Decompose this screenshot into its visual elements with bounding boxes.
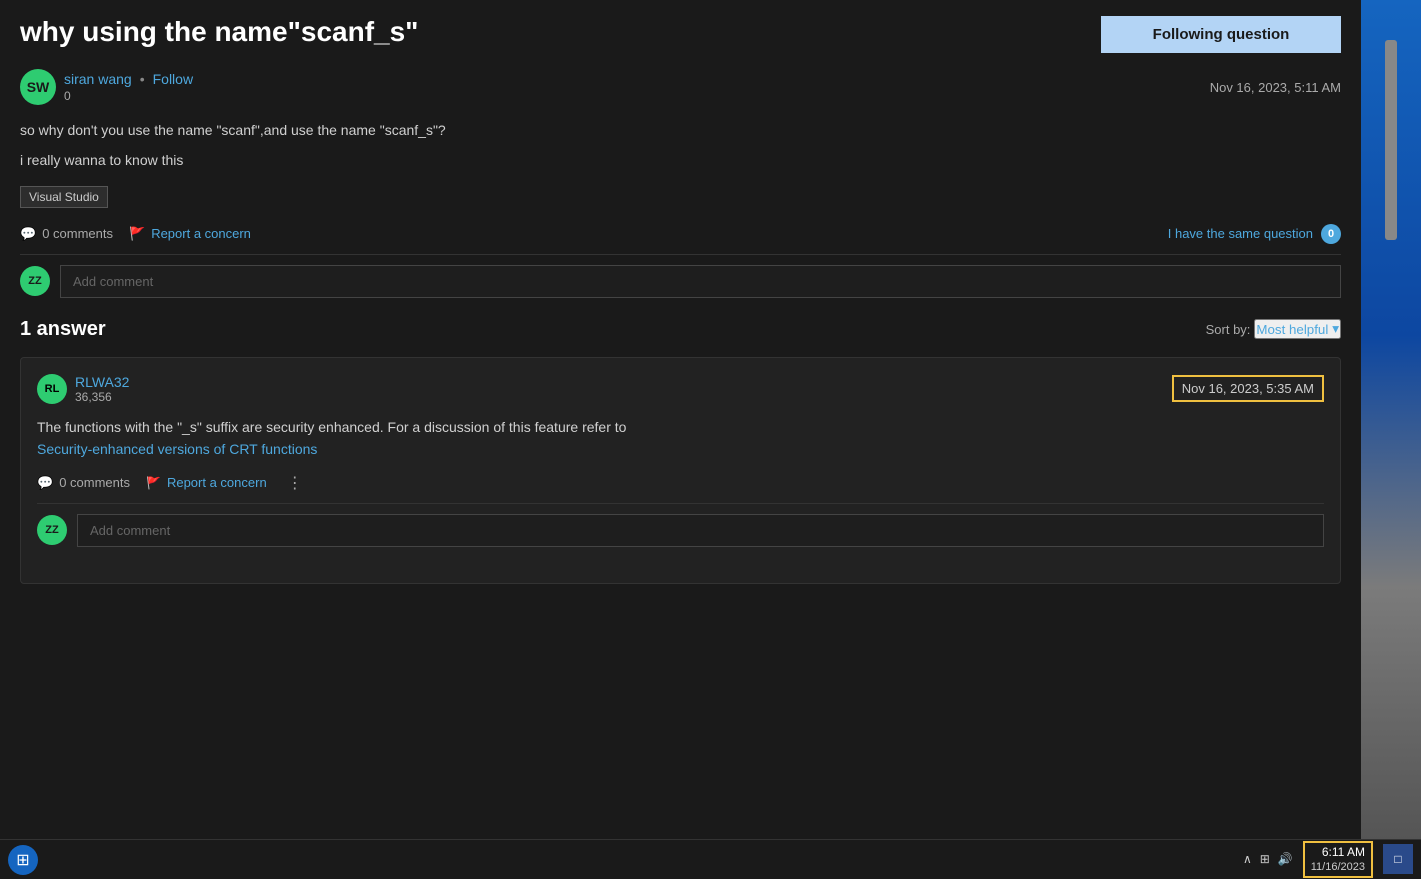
author-left: SW siran wang • Follow 0 <box>20 69 193 105</box>
question-body-line2: i really wanna to know this <box>20 149 1341 171</box>
comment-icon: 💬 <box>20 226 36 242</box>
question-body: so why don't you use the name "scanf",an… <box>20 119 1341 172</box>
answer-flag-icon: 🚩 <box>146 476 161 490</box>
notification-icon: □ <box>1394 852 1401 866</box>
question-timestamp: Nov 16, 2023, 5:11 AM <box>1210 80 1341 95</box>
answers-title: 1 answer <box>20 318 106 341</box>
answer-timestamp: Nov 16, 2023, 5:35 AM <box>1182 381 1314 396</box>
author-name[interactable]: siran wang <box>64 71 132 87</box>
answer-author-info: RLWA32 36,356 <box>75 374 129 404</box>
author-score: 0 <box>64 89 193 103</box>
question-header: why using the name"scanf_s" Following qu… <box>20 16 1341 53</box>
answer-actions-left: 💬 0 comments 🚩 Report a concern ⋮ <box>37 473 307 493</box>
page-title: why using the name"scanf_s" <box>20 16 1101 48</box>
answer-comment-input-row: ZZ <box>37 514 1324 547</box>
tag-visual-studio[interactable]: Visual Studio <box>20 186 108 208</box>
answer-divider <box>37 503 1324 504</box>
chevron-up-icon[interactable]: ∧ <box>1243 852 1252 866</box>
following-question-button[interactable]: Following question <box>1101 16 1341 53</box>
start-button[interactable]: ⊞ <box>8 845 38 875</box>
answer-comments-count: 0 comments <box>59 475 130 490</box>
answer-comments-button[interactable]: 💬 0 comments <box>37 475 130 491</box>
clock-date: 11/16/2023 <box>1311 860 1365 874</box>
taskbar-left: ⊞ <box>8 845 38 875</box>
answer-timestamp-highlighted: Nov 16, 2023, 5:35 AM <box>1172 375 1324 402</box>
taskbar-right: ∧ ⊞ 🔊 6:11 AM 11/16/2023 □ <box>1243 841 1413 879</box>
answer-score: 36,356 <box>75 390 129 404</box>
author-row: SW siran wang • Follow 0 Nov 16, 2023, 5… <box>20 69 1341 105</box>
actions-left: 💬 0 comments 🚩 Report a concern <box>20 226 251 242</box>
network-icon[interactable]: ⊞ <box>1260 852 1270 866</box>
same-question-button[interactable]: I have the same question 0 <box>1168 224 1341 244</box>
windows-icon: ⊞ <box>16 850 29 870</box>
answer-username[interactable]: RLWA32 <box>75 374 129 390</box>
right-sidebar <box>1361 0 1421 839</box>
follow-link[interactable]: Follow <box>153 71 193 87</box>
answer-card-0: RL RLWA32 36,356 Nov 16, 2023, 5:35 AM T… <box>20 357 1341 584</box>
add-comment-input[interactable] <box>60 265 1341 298</box>
volume-icon[interactable]: 🔊 <box>1278 852 1293 866</box>
system-tray-icons: ∧ ⊞ 🔊 <box>1243 852 1293 866</box>
answer-report-button[interactable]: 🚩 Report a concern <box>146 475 267 490</box>
author-info: siran wang • Follow 0 <box>64 71 193 103</box>
taskbar: ⊞ ∧ ⊞ 🔊 6:11 AM 11/16/2023 □ <box>0 839 1421 879</box>
answer-current-user-avatar: ZZ <box>37 515 67 545</box>
question-panel: why using the name"scanf_s" Following qu… <box>0 0 1361 839</box>
answer-actions-row: 💬 0 comments 🚩 Report a concern ⋮ <box>37 473 1324 493</box>
answer-author: RL RLWA32 36,356 <box>37 374 129 404</box>
flag-icon: 🚩 <box>129 226 145 242</box>
question-actions-row: 💬 0 comments 🚩 Report a concern I have t… <box>20 224 1341 244</box>
answer-comment-icon: 💬 <box>37 475 53 491</box>
sort-by-row: Sort by: Most helpful ▾ <box>1206 319 1341 339</box>
sort-option-label: Most helpful <box>1256 322 1328 337</box>
crt-functions-link[interactable]: Security-enhanced versions of CRT functi… <box>37 441 317 457</box>
clock-time: 6:11 AM <box>1311 845 1365 861</box>
answer-body-text: The functions with the "_s" suffix are s… <box>37 419 626 435</box>
sort-option-button[interactable]: Most helpful ▾ <box>1254 319 1341 339</box>
chevron-down-icon: ▾ <box>1332 321 1339 337</box>
report-label: Report a concern <box>151 226 251 241</box>
comments-count: 0 comments <box>42 226 113 241</box>
answer-report-label: Report a concern <box>167 475 267 490</box>
notification-button[interactable]: □ <box>1383 844 1413 874</box>
answer-body: The functions with the "_s" suffix are s… <box>37 416 1324 461</box>
answer-add-comment-input[interactable] <box>77 514 1324 547</box>
clock-widget[interactable]: 6:11 AM 11/16/2023 <box>1303 841 1373 879</box>
answers-header: 1 answer Sort by: Most helpful ▾ <box>20 318 1341 341</box>
author-avatar: SW <box>20 69 56 105</box>
divider-1 <box>20 254 1341 255</box>
answer-header: RL RLWA32 36,356 Nov 16, 2023, 5:35 AM <box>37 374 1324 404</box>
question-body-line1: so why don't you use the name "scanf",an… <box>20 119 1341 141</box>
current-user-avatar: ZZ <box>20 266 50 296</box>
more-options-button[interactable]: ⋮ <box>283 473 307 493</box>
same-question-count: 0 <box>1321 224 1341 244</box>
comment-input-row: ZZ <box>20 265 1341 298</box>
report-concern-button[interactable]: 🚩 Report a concern <box>129 226 251 242</box>
sort-by-label: Sort by: <box>1206 322 1251 337</box>
comments-button[interactable]: 💬 0 comments <box>20 226 113 242</box>
same-question-label: I have the same question <box>1168 226 1313 241</box>
scrollbar-thumb[interactable] <box>1385 40 1397 240</box>
answer-author-avatar: RL <box>37 374 67 404</box>
